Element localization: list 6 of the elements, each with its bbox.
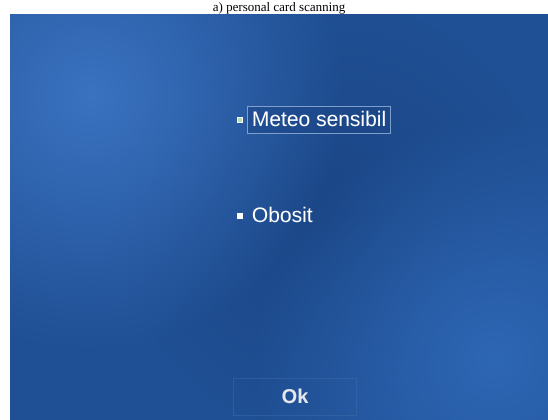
option-item[interactable]: Obosit [246, 202, 318, 230]
bullet-icon [236, 117, 243, 123]
bullet-icon [236, 213, 243, 219]
option-item[interactable]: Meteo sensibil [246, 106, 392, 134]
figure-caption: a) personal card scanning [212, 0, 346, 14]
ok-button[interactable]: Ok [232, 378, 358, 416]
